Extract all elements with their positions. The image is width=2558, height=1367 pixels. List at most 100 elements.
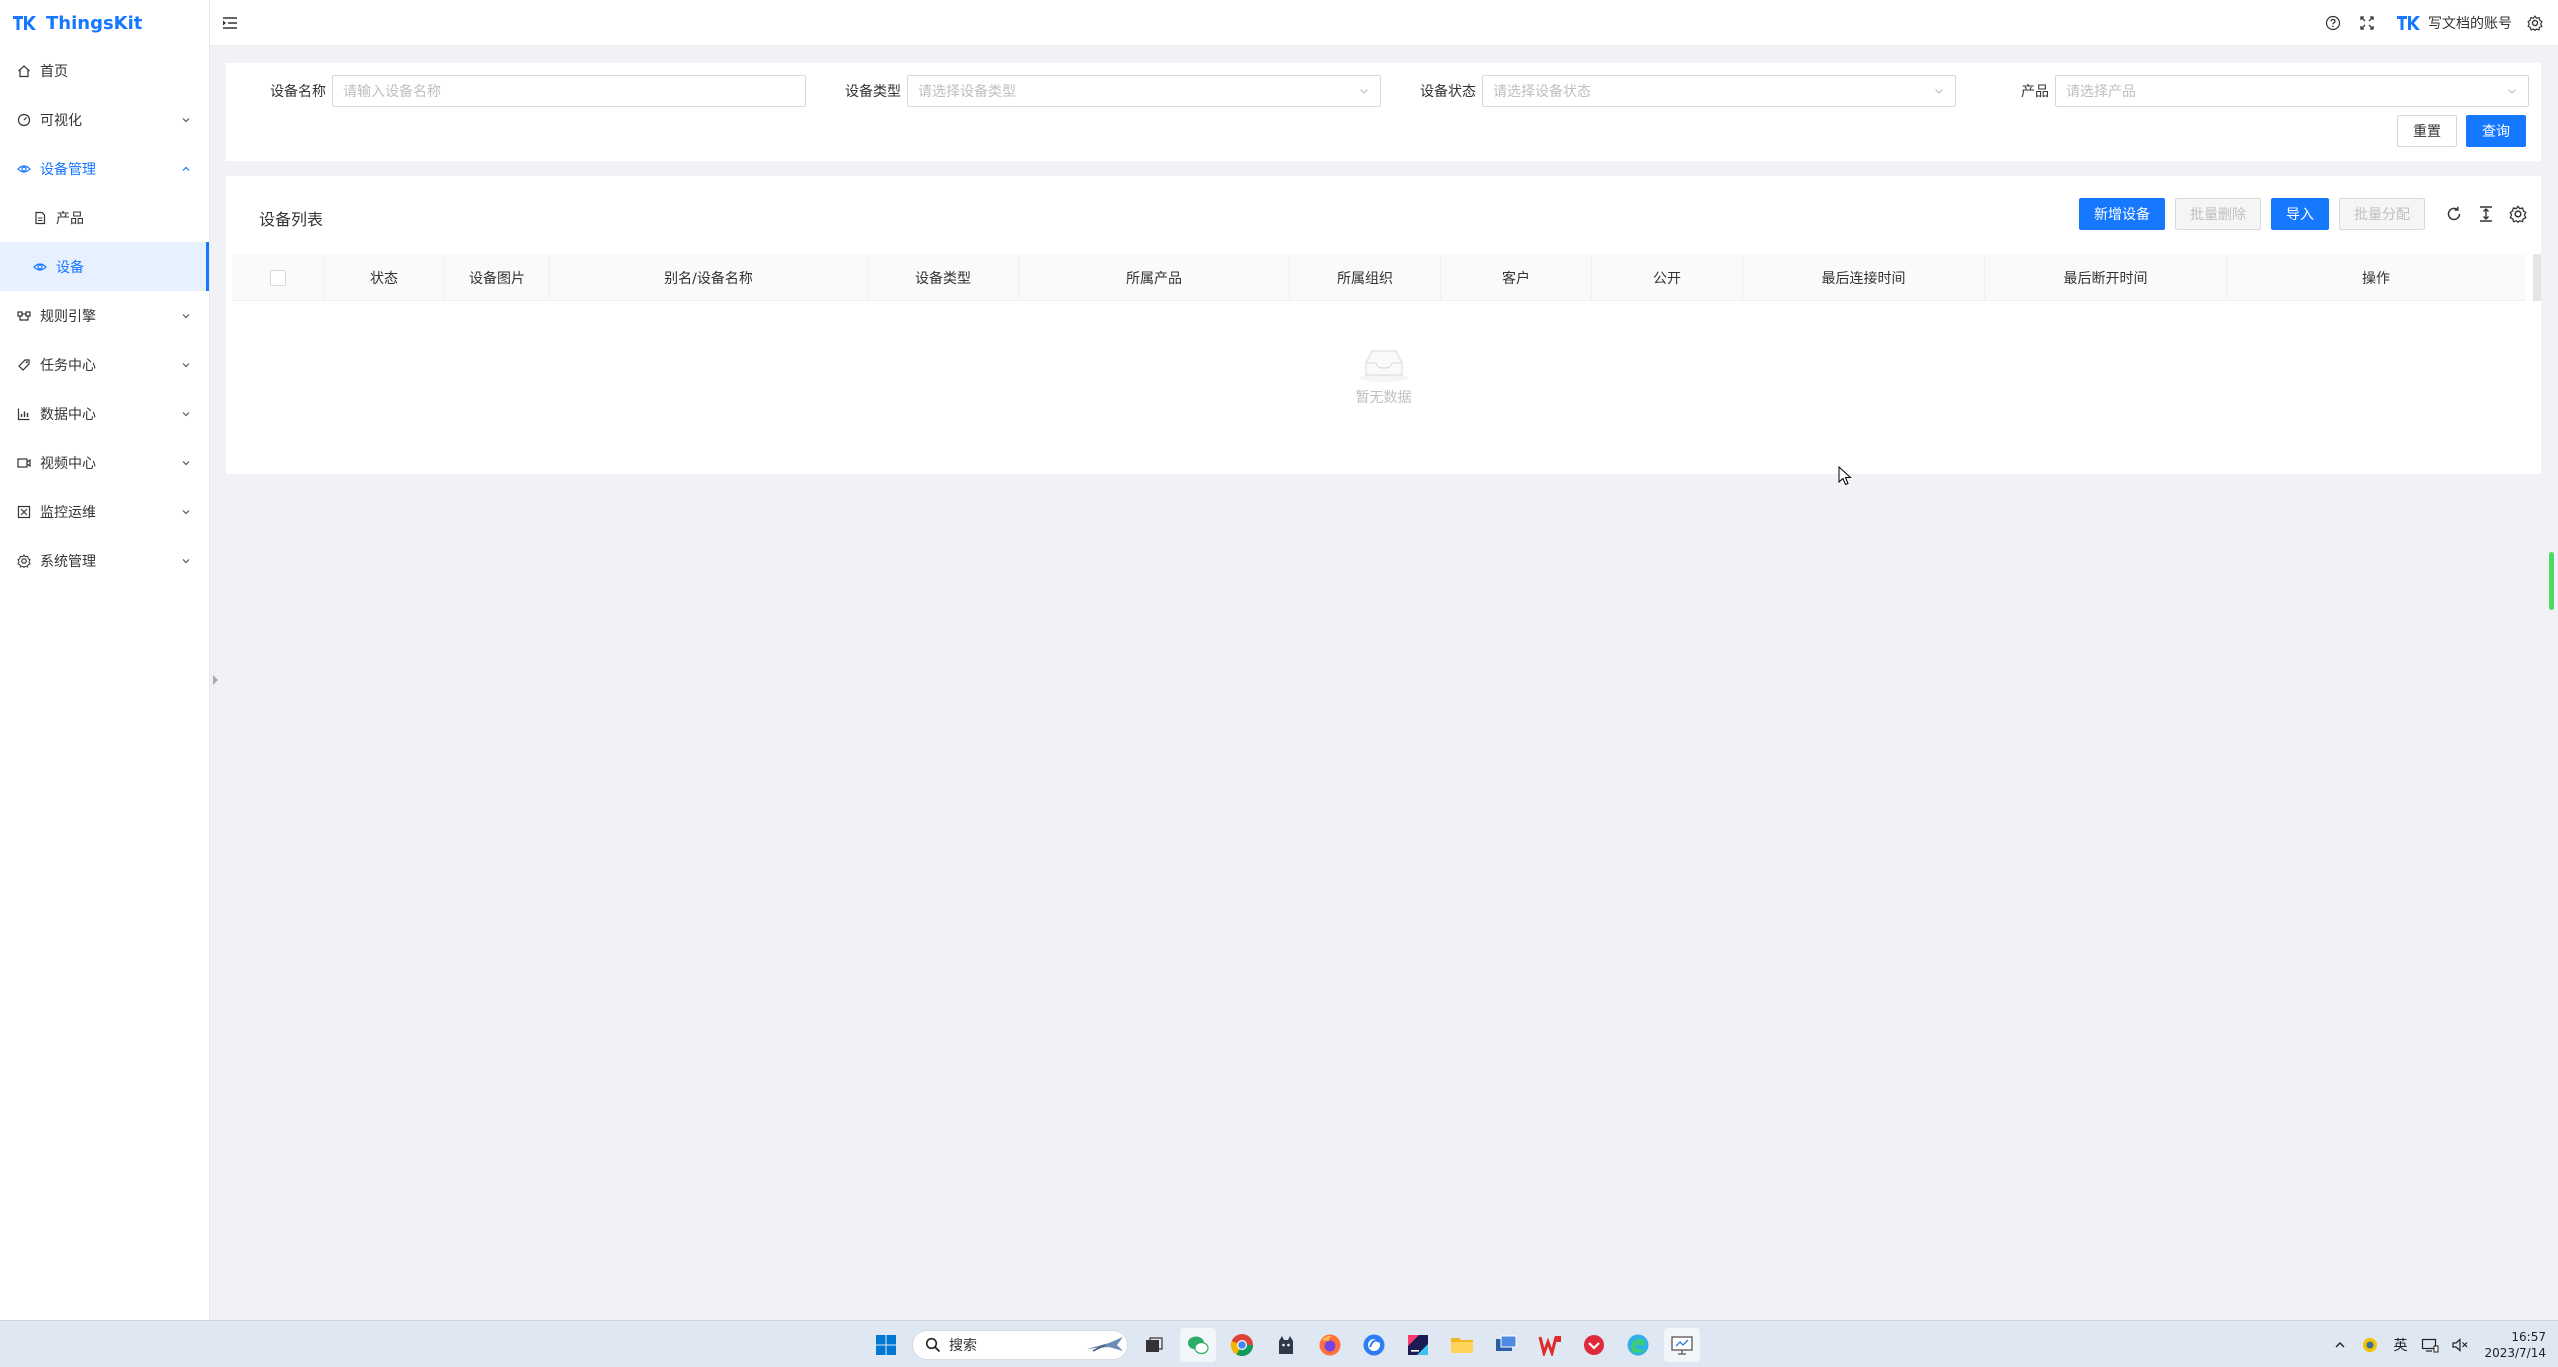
column-header-device-image[interactable]: 设备图片: [445, 254, 550, 301]
column-settings-button[interactable]: [2507, 203, 2529, 225]
ime-language-button[interactable]: 英: [2388, 1333, 2412, 1357]
windows-start-icon: [876, 1335, 896, 1355]
remote-desktop-icon: [1496, 1335, 1517, 1351]
product-field: 产品 请选择产品: [2021, 75, 2529, 107]
sidebar-item-product[interactable]: 产品: [0, 193, 209, 242]
sidebar-item-visualization[interactable]: 可视化: [0, 95, 209, 144]
device-type-select[interactable]: 请选择设备类型: [907, 75, 1381, 107]
device-status-select[interactable]: 请选择设备状态: [1482, 75, 1956, 107]
menu-fold-button[interactable]: [220, 13, 240, 33]
device-eye-icon: [32, 259, 48, 275]
task-view-button[interactable]: [1136, 1328, 1172, 1362]
column-header-last-disconnect-time[interactable]: 最后断开时间: [1985, 254, 2227, 301]
batch-delete-button[interactable]: 批量删除: [2175, 198, 2261, 230]
clock-date: 2023/7/14: [2484, 1345, 2546, 1360]
sidebar-item-home[interactable]: 首页: [0, 46, 209, 95]
sidebar-item-system[interactable]: 系统管理: [0, 536, 209, 585]
sidebar-item-label: 视频中心: [40, 455, 96, 472]
import-button[interactable]: 导入: [2271, 198, 2329, 230]
column-header-device-type[interactable]: 设备类型: [868, 254, 1019, 301]
taskbar-app-browser[interactable]: [1356, 1328, 1392, 1362]
sidebar-item-device[interactable]: 设备: [0, 242, 209, 291]
taskbar-search[interactable]: 搜索: [912, 1330, 1128, 1360]
user-menu[interactable]: 写文档的账号: [2396, 13, 2512, 33]
sidebar-item-rule-engine[interactable]: 规则引擎: [0, 291, 209, 340]
column-header-last-connect-time[interactable]: 最后连接时间: [1743, 254, 1985, 301]
network-button[interactable]: [2418, 1333, 2442, 1357]
taskbar-app-wechat[interactable]: [1180, 1328, 1216, 1362]
select-all-checkbox[interactable]: [269, 269, 286, 286]
chart-icon: [16, 406, 32, 422]
fullscreen-button[interactable]: [2356, 12, 2378, 34]
red-app-icon: [1584, 1335, 1604, 1355]
tray-app-icon: [2363, 1337, 2378, 1352]
add-device-button[interactable]: 新增设备: [2079, 198, 2165, 230]
start-button[interactable]: [868, 1328, 904, 1362]
sidebar-item-label: 规则引擎: [40, 308, 96, 325]
taskbar-app-desktop[interactable]: [1664, 1328, 1700, 1362]
dashboard-icon: [16, 112, 32, 128]
sidebar-item-label: 可视化: [40, 112, 82, 129]
device-status-placeholder: 请选择设备状态: [1493, 84, 1591, 100]
settings-button[interactable]: [2524, 12, 2546, 34]
device-status-field: 设备状态 请选择设备状态: [1420, 75, 1956, 107]
sidebar-item-label: 产品: [56, 210, 84, 227]
column-header-customer[interactable]: 客户: [1441, 254, 1592, 301]
product-select[interactable]: 请选择产品: [2055, 75, 2529, 107]
tray-overflow-button[interactable]: [2328, 1333, 2352, 1357]
device-name-input[interactable]: 请输入设备名称: [332, 75, 806, 107]
column-header-public[interactable]: 公开: [1592, 254, 1743, 301]
chevron-down-icon: [182, 411, 190, 416]
app-name: ThingsKit: [46, 12, 143, 34]
sidebar-item-task-center[interactable]: 任务中心: [0, 340, 209, 389]
search-highlight-icon: [1087, 1337, 1123, 1352]
monitor-icon: [16, 504, 32, 520]
taskbar-app-remote[interactable]: [1488, 1328, 1524, 1362]
sidebar-collapse-arrow-icon[interactable]: [212, 674, 220, 686]
column-header-alias-name[interactable]: 别名/设备名称: [550, 254, 868, 301]
thingskit-logo-icon: [13, 16, 36, 30]
chevron-down-icon: [182, 313, 190, 318]
sidebar-item-video-center[interactable]: 视频中心: [0, 438, 209, 487]
taskbar-app-edge[interactable]: [1620, 1328, 1656, 1362]
app-logo[interactable]: ThingsKit: [0, 0, 209, 46]
chevron-down-icon: [182, 460, 190, 465]
sidebar-item-label: 监控运维: [40, 504, 96, 521]
chevron-up-icon: [182, 166, 190, 171]
header-actions: 写文档的账号: [2310, 12, 2558, 34]
refresh-button[interactable]: [2443, 203, 2465, 225]
taskbar-app-chrome[interactable]: [1224, 1328, 1260, 1362]
page-scroll-indicator[interactable]: [2549, 552, 2554, 610]
volume-button[interactable]: [2448, 1333, 2472, 1357]
sidebar-item-data-center[interactable]: 数据中心: [0, 389, 209, 438]
taskbar-app-red-shield[interactable]: [1576, 1328, 1612, 1362]
fullscreen-icon: [2360, 15, 2374, 30]
reset-button[interactable]: 重置: [2397, 115, 2457, 147]
taskbar-app-cat[interactable]: [1268, 1328, 1304, 1362]
avatar: [2397, 15, 2420, 30]
column-header-actions[interactable]: 操作: [2227, 254, 2525, 301]
taskbar-clock[interactable]: 16:57 2023/7/14: [2484, 1329, 2546, 1361]
sidebar-item-device-management[interactable]: 设备管理: [0, 144, 209, 193]
taskbar-app-wps[interactable]: [1532, 1328, 1568, 1362]
video-icon: [16, 455, 32, 471]
column-header-product[interactable]: 所属产品: [1019, 254, 1290, 301]
batch-assign-button[interactable]: 批量分配: [2339, 198, 2425, 230]
query-button[interactable]: 查询: [2466, 115, 2526, 147]
help-button[interactable]: [2322, 12, 2344, 34]
top-header: 写文档的账号: [210, 0, 2558, 46]
tray-app-button[interactable]: [2358, 1333, 2382, 1357]
taskbar-app-firefox[interactable]: [1312, 1328, 1348, 1362]
taskbar-app-jetbrains[interactable]: [1400, 1328, 1436, 1362]
wechat-icon: [1188, 1336, 1209, 1355]
volume-muted-icon: [2452, 1337, 2468, 1352]
column-height-button[interactable]: [2475, 203, 2497, 225]
chevron-down-icon: [2508, 89, 2516, 94]
sidebar-item-monitoring[interactable]: 监控运维: [0, 487, 209, 536]
column-header-status[interactable]: 状态: [324, 254, 445, 301]
ide-icon: [1408, 1335, 1428, 1355]
device-name-placeholder: 请输入设备名称: [343, 84, 441, 100]
taskbar-app-file-explorer[interactable]: [1444, 1328, 1480, 1362]
column-header-organization[interactable]: 所属组织: [1290, 254, 1441, 301]
table-scrollbar[interactable]: [2533, 254, 2541, 301]
